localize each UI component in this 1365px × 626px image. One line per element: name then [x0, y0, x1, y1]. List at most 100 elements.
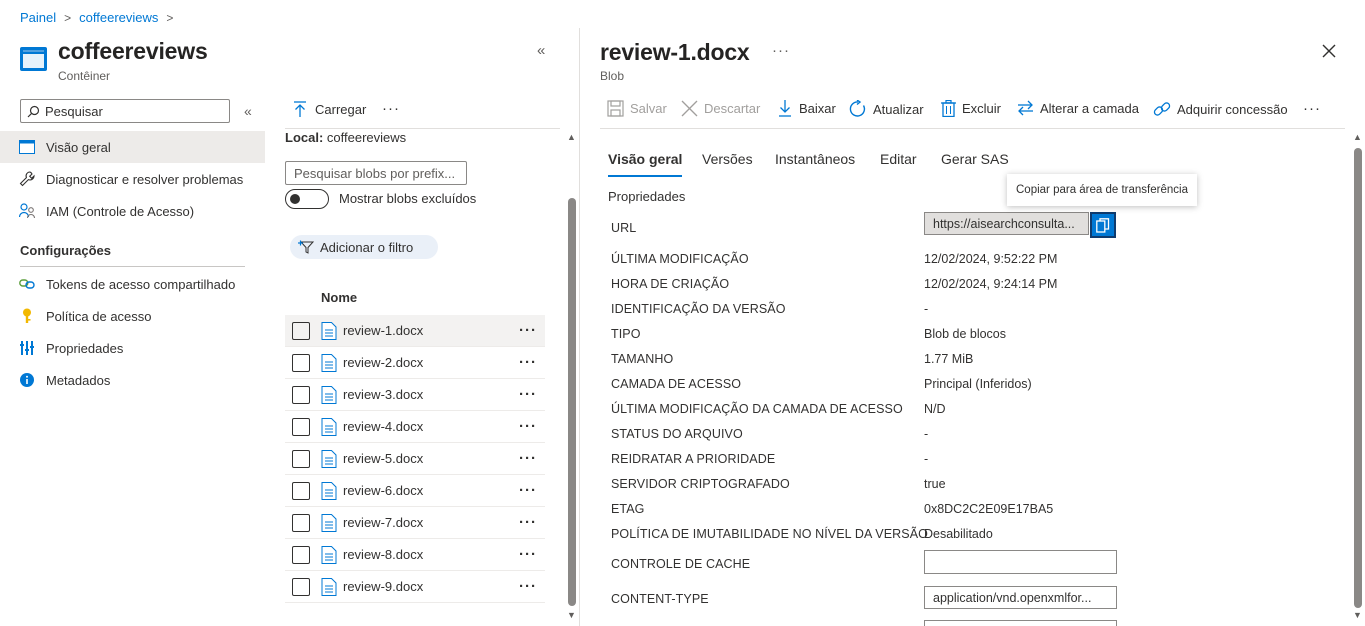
scrollbar-thumb[interactable] — [568, 198, 576, 606]
row-more-options-icon[interactable]: ··· — [519, 418, 537, 435]
content-type-input[interactable]: application/vnd.openxmlfor... — [924, 586, 1117, 609]
delete-button[interactable]: Excluir — [941, 100, 1001, 117]
table-row[interactable]: review-4.docx ··· — [285, 411, 545, 443]
refresh-button[interactable]: Atualizar — [849, 100, 924, 118]
file-name[interactable]: review-7.docx — [343, 515, 519, 530]
nav-item-access-policy[interactable]: Política de acesso — [0, 300, 265, 332]
collapse-panel-button[interactable]: « — [537, 42, 545, 59]
search-input[interactable]: Pesquisar — [20, 99, 230, 123]
table-row[interactable]: review-7.docx ··· — [285, 507, 545, 539]
nav-item-metadata[interactable]: Metadados — [0, 364, 265, 396]
scroll-up-arrow[interactable]: ▲ — [1353, 132, 1362, 142]
file-name[interactable]: review-6.docx — [343, 483, 519, 498]
upload-button[interactable]: Carregar — [293, 101, 366, 117]
collapse-nav-button[interactable]: « — [244, 103, 252, 119]
close-icon[interactable] — [1320, 42, 1338, 60]
properties-icon — [18, 339, 36, 357]
file-name[interactable]: review-2.docx — [343, 355, 519, 370]
discard-button[interactable]: Descartar — [681, 100, 760, 117]
table-row[interactable]: review-1.docx ··· — [285, 315, 545, 347]
file-name[interactable]: review-5.docx — [343, 451, 519, 466]
table-row[interactable]: review-8.docx ··· — [285, 539, 545, 571]
url-field[interactable]: https://aisearchconsulta... — [924, 212, 1089, 235]
row-checkbox[interactable] — [292, 385, 310, 404]
scrollbar-thumb[interactable] — [1354, 148, 1362, 608]
breadcrumb-link-painel[interactable]: Painel — [20, 10, 56, 25]
table-row[interactable]: review-2.docx ··· — [285, 347, 545, 379]
save-label: Salvar — [630, 101, 667, 116]
nav-item-properties[interactable]: Propriedades — [0, 332, 265, 364]
copy-to-clipboard-button[interactable] — [1090, 212, 1116, 238]
cache-control-input[interactable] — [924, 550, 1117, 574]
properties-heading: Propriedades — [608, 189, 686, 204]
swap-arrows-icon — [1018, 100, 1033, 116]
file-name[interactable]: review-4.docx — [343, 419, 519, 434]
table-row[interactable]: review-5.docx ··· — [285, 443, 545, 475]
blob-subtitle: Blob — [600, 69, 625, 83]
row-more-options-icon[interactable]: ··· — [519, 386, 537, 403]
nav-section-settings: Configurações — [20, 243, 112, 258]
scroll-down-arrow[interactable]: ▼ — [567, 610, 576, 620]
document-icon — [321, 353, 337, 372]
tab-edit[interactable]: Editar — [880, 151, 917, 167]
download-button[interactable]: Baixar — [777, 100, 836, 117]
tab-generate-sas[interactable]: Gerar SAS — [941, 151, 1009, 167]
row-more-options-icon[interactable]: ··· — [519, 354, 537, 371]
property-label: STATUS DO ARQUIVO — [611, 427, 743, 441]
file-name[interactable]: review-8.docx — [343, 547, 519, 562]
discard-label: Descartar — [704, 101, 761, 116]
document-icon — [321, 417, 337, 436]
row-checkbox[interactable] — [292, 417, 310, 436]
row-checkbox[interactable] — [292, 449, 310, 468]
row-more-options-icon[interactable]: ··· — [519, 450, 537, 467]
acquire-lease-button[interactable]: Adquirir concessão — [1153, 100, 1288, 118]
row-checkbox[interactable] — [292, 577, 310, 596]
table-row[interactable]: review-3.docx ··· — [285, 379, 545, 411]
refresh-label: Atualizar — [873, 101, 924, 117]
document-icon — [321, 577, 337, 596]
scroll-up-arrow[interactable]: ▲ — [567, 132, 576, 142]
nav-item-diagnose[interactable]: Diagnosticar e resolver problemas — [0, 163, 265, 195]
more-options-icon[interactable]: ··· — [772, 42, 790, 59]
row-more-options-icon[interactable]: ··· — [519, 578, 537, 595]
blob-prefix-search-input[interactable]: Pesquisar blobs por prefix... — [285, 161, 467, 185]
save-button[interactable]: Salvar — [607, 100, 667, 117]
page-title: coffeereviews — [58, 38, 208, 64]
column-header-name[interactable]: Nome — [321, 290, 357, 305]
nav-item-overview[interactable]: Visão geral — [0, 131, 265, 163]
row-more-options-icon[interactable]: ··· — [519, 482, 537, 499]
nav-item-label: Metadados — [46, 372, 111, 388]
more-commands-icon[interactable]: ··· — [1303, 100, 1321, 117]
file-name[interactable]: review-9.docx — [343, 579, 519, 594]
row-checkbox[interactable] — [292, 321, 310, 340]
row-more-options-icon[interactable]: ··· — [519, 514, 537, 531]
row-checkbox[interactable] — [292, 545, 310, 564]
file-name[interactable]: review-1.docx — [343, 323, 519, 338]
lease-link-icon — [1153, 102, 1171, 116]
property-value: - — [924, 427, 929, 441]
tab-snapshots[interactable]: Instantâneos — [775, 151, 855, 167]
show-deleted-toggle[interactable] — [285, 189, 329, 209]
add-filter-button[interactable]: Adicionar o filtro — [290, 235, 438, 259]
document-icon — [321, 481, 337, 500]
row-more-options-icon[interactable]: ··· — [519, 322, 537, 339]
table-row[interactable]: review-6.docx ··· — [285, 475, 545, 507]
property-value: Principal (Inferidos) — [924, 377, 1032, 391]
tab-versions[interactable]: Versões — [702, 151, 753, 167]
nav-item-iam[interactable]: IAM (Controle de Acesso) — [0, 195, 265, 227]
breadcrumb-link-container[interactable]: coffeereviews — [79, 10, 158, 25]
row-checkbox[interactable] — [292, 353, 310, 372]
tab-overview[interactable]: Visão geral — [608, 151, 683, 177]
row-checkbox[interactable] — [292, 513, 310, 532]
table-row[interactable]: review-9.docx ··· — [285, 571, 545, 603]
change-tier-button[interactable]: Alterar a camada — [1017, 100, 1139, 116]
file-name[interactable]: review-3.docx — [343, 387, 519, 402]
row-more-options-icon[interactable]: ··· — [519, 546, 537, 563]
more-options-icon[interactable]: ··· — [382, 100, 400, 117]
row-checkbox[interactable] — [292, 481, 310, 500]
scroll-down-arrow[interactable]: ▼ — [1353, 610, 1362, 620]
refresh-icon — [849, 100, 866, 117]
nav-item-label: Tokens de acesso compartilhado — [46, 276, 236, 292]
next-property-input[interactable] — [924, 620, 1117, 626]
nav-item-sas-tokens[interactable]: Tokens de acesso compartilhado — [0, 268, 265, 300]
